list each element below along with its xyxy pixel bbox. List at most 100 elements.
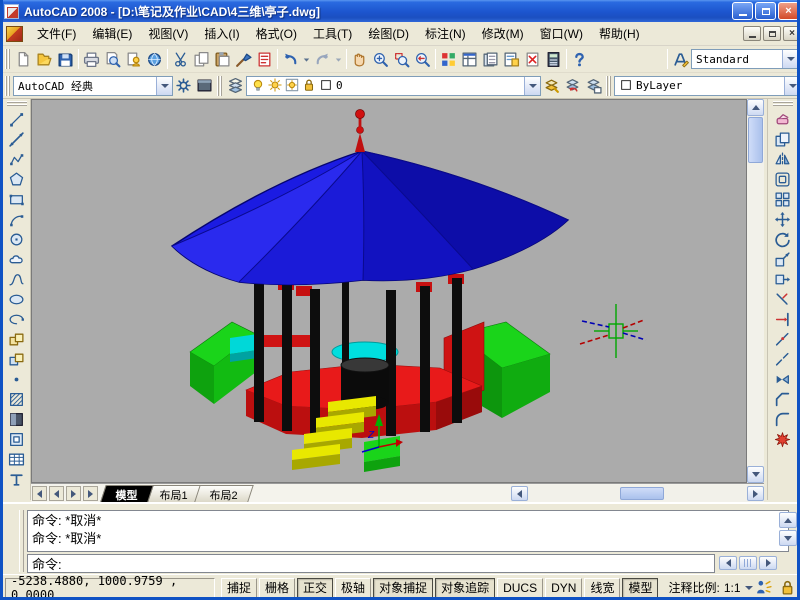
move-icon[interactable] — [772, 209, 793, 229]
plot-preview-icon[interactable] — [102, 48, 123, 70]
input-scroll-right-icon[interactable] — [759, 556, 777, 570]
color-combo[interactable]: ByLayer — [614, 76, 800, 96]
tab-prev-icon[interactable] — [49, 486, 64, 501]
designcenter-icon[interactable] — [459, 48, 480, 70]
toolbar-grip[interactable] — [217, 76, 222, 96]
viewport-canvas[interactable]: Z — [32, 100, 746, 482]
menu-item-3[interactable]: 插入(I) — [196, 22, 247, 45]
scroll-left-icon[interactable] — [511, 486, 528, 501]
pan-icon[interactable] — [349, 48, 370, 70]
menu-item-10[interactable]: 帮助(H) — [591, 22, 648, 45]
scroll-up-icon[interactable] — [747, 99, 764, 116]
tab-last-icon[interactable] — [83, 486, 98, 501]
save-icon[interactable] — [55, 48, 76, 70]
extend-icon[interactable] — [772, 309, 793, 329]
layer-combo[interactable]: 0 — [246, 76, 541, 96]
scroll-down-icon[interactable] — [747, 466, 764, 483]
status-toggle-DUCS[interactable]: DUCS — [497, 578, 543, 598]
doc-minimize-button[interactable] — [743, 26, 761, 41]
status-toggle-栅格[interactable]: 栅格 — [259, 578, 295, 598]
ellipse-icon[interactable] — [6, 289, 27, 309]
tab-模型[interactable]: 模型 — [100, 485, 154, 502]
arc-icon[interactable] — [6, 209, 27, 229]
doc-restore-button[interactable] — [763, 26, 781, 41]
rectangle-icon[interactable] — [6, 189, 27, 209]
ellipse-arc-icon[interactable] — [6, 309, 27, 329]
break-icon[interactable] — [772, 349, 793, 369]
drawing-viewport[interactable]: Z — [31, 99, 747, 483]
multiline-text-icon[interactable] — [6, 469, 27, 489]
layer-manager-icon[interactable] — [225, 75, 246, 97]
status-toggle-模型[interactable]: 模型 — [622, 578, 658, 598]
zoom-realtime-icon[interactable] — [370, 48, 391, 70]
erase-icon[interactable] — [772, 109, 793, 129]
menu-item-6[interactable]: 绘图(D) — [360, 22, 417, 45]
redo-icon[interactable] — [312, 48, 333, 70]
zoom-window-icon[interactable] — [391, 48, 412, 70]
layer-isolate-icon[interactable] — [583, 75, 604, 97]
workspace-settings-icon[interactable] — [173, 75, 194, 97]
quickcalc-icon[interactable] — [543, 48, 564, 70]
layer-vp-freeze-icon[interactable] — [285, 78, 300, 93]
command-grip[interactable] — [19, 510, 24, 572]
point-icon[interactable] — [6, 369, 27, 389]
menu-item-8[interactable]: 修改(M) — [474, 22, 532, 45]
offset-icon[interactable] — [772, 169, 793, 189]
layer-color-swatch[interactable] — [319, 78, 334, 93]
doc-close-button[interactable]: × — [783, 26, 800, 41]
toolbar-grip[interactable] — [773, 101, 793, 106]
toolbar-grip[interactable] — [5, 49, 10, 69]
layer-previous-icon[interactable] — [562, 75, 583, 97]
layer-states-icon[interactable] — [541, 75, 562, 97]
hatch-icon[interactable] — [6, 389, 27, 409]
command-history[interactable]: 命令: *取消*命令: *取消* — [27, 510, 789, 552]
toolbar-grip[interactable] — [7, 101, 27, 106]
paste-icon[interactable] — [212, 48, 233, 70]
status-toggle-对象捕捉[interactable]: 对象捕捉 — [373, 578, 433, 598]
menu-item-4[interactable]: 格式(O) — [248, 22, 305, 45]
stretch-icon[interactable] — [772, 269, 793, 289]
table-icon[interactable] — [6, 449, 27, 469]
mirror-icon[interactable] — [772, 149, 793, 169]
status-toggle-正交[interactable]: 正交 — [297, 578, 333, 598]
menu-item-9[interactable]: 窗口(W) — [532, 22, 591, 45]
minimize-button[interactable] — [732, 2, 753, 20]
chevron-down-icon[interactable] — [524, 77, 540, 95]
input-grip-icon[interactable] — [739, 556, 757, 570]
help-icon[interactable] — [569, 48, 590, 70]
circle-icon[interactable] — [6, 229, 27, 249]
revision-cloud-icon[interactable] — [6, 249, 27, 269]
status-toggle-DYN[interactable]: DYN — [545, 578, 582, 598]
vertical-scrollbar[interactable] — [747, 99, 764, 483]
break-at-point-icon[interactable] — [772, 329, 793, 349]
new-icon[interactable] — [13, 48, 34, 70]
restore-button[interactable] — [755, 2, 776, 20]
menu-item-1[interactable]: 编辑(E) — [84, 22, 140, 45]
copy-object-icon[interactable] — [772, 129, 793, 149]
zoom-previous-icon[interactable] — [412, 48, 433, 70]
text-style-combo[interactable]: Standard — [691, 49, 799, 69]
history-down-icon[interactable] — [779, 530, 797, 546]
explode-icon[interactable] — [772, 429, 793, 449]
make-block-icon[interactable] — [6, 349, 27, 369]
spline-icon[interactable] — [6, 269, 27, 289]
gradient-icon[interactable] — [6, 409, 27, 429]
document-icon[interactable] — [6, 26, 23, 42]
layer-thaw-icon[interactable] — [268, 78, 283, 93]
redo-menu-icon[interactable] — [333, 48, 344, 70]
fillet-icon[interactable] — [772, 409, 793, 429]
history-up-icon[interactable] — [779, 512, 797, 528]
publish-icon[interactable] — [123, 48, 144, 70]
chevron-down-icon[interactable] — [156, 77, 172, 95]
input-scroll-left-icon[interactable] — [719, 556, 737, 570]
undo-menu-icon[interactable] — [301, 48, 312, 70]
status-toggle-对象追踪[interactable]: 对象追踪 — [435, 578, 495, 598]
menu-item-5[interactable]: 工具(T) — [305, 22, 360, 45]
join-icon[interactable] — [772, 369, 793, 389]
close-button[interactable]: × — [778, 2, 799, 20]
plot-icon[interactable] — [81, 48, 102, 70]
cut-icon[interactable] — [170, 48, 191, 70]
tab-next-icon[interactable] — [66, 486, 81, 501]
copy-icon[interactable] — [191, 48, 212, 70]
scroll-right-icon[interactable] — [747, 486, 764, 501]
